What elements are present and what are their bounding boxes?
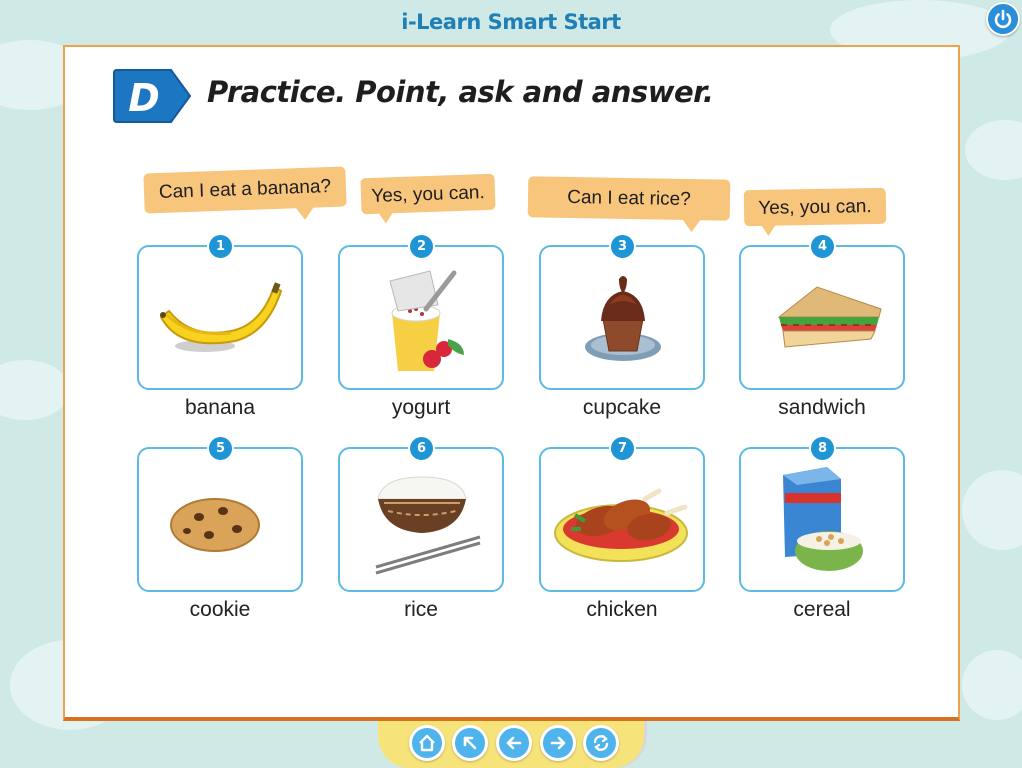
item-number-badge: 3 bbox=[609, 233, 636, 260]
food-card-rice[interactable] bbox=[338, 447, 504, 592]
home-button[interactable] bbox=[409, 725, 445, 761]
item-number-badge: 1 bbox=[207, 233, 234, 260]
roast-chicken-icon bbox=[554, 488, 688, 562]
section-badge: D bbox=[113, 69, 192, 123]
power-icon bbox=[994, 9, 1012, 29]
next-button[interactable] bbox=[540, 725, 576, 761]
cereal-icon bbox=[783, 467, 863, 571]
item-number-badge: 5 bbox=[207, 435, 234, 462]
food-card-cookie[interactable] bbox=[137, 447, 303, 592]
bubble-text: Can I eat rice? bbox=[567, 186, 691, 211]
menu-button[interactable] bbox=[452, 725, 488, 761]
arrow-right-icon bbox=[550, 736, 566, 750]
refresh-icon bbox=[593, 734, 609, 752]
speech-bubble-question-2: Can I eat rice? bbox=[527, 176, 731, 233]
item-word: sandwich bbox=[778, 396, 866, 419]
item-number-badge: 7 bbox=[609, 435, 636, 462]
item-word: yogurt bbox=[391, 396, 451, 419]
home-icon bbox=[419, 734, 435, 752]
item-word: chicken bbox=[586, 598, 658, 621]
speech-bubble-answer-1: Yes, you can. bbox=[360, 173, 496, 224]
arrow-up-left-icon bbox=[463, 736, 477, 750]
bubble-tail bbox=[681, 217, 702, 233]
sandwich-icon bbox=[777, 286, 882, 348]
item-number-badge: 4 bbox=[809, 233, 836, 260]
cookie-icon bbox=[170, 498, 260, 552]
speech-bubble-answer-2: Yes, you can. bbox=[743, 187, 887, 236]
lesson-page: D Practice. Point, ask and answer. Can I… bbox=[63, 45, 960, 721]
bubble-text: Can I eat a banana? bbox=[158, 176, 332, 203]
exercise-heading: Practice. Point, ask and answer. bbox=[207, 75, 714, 109]
bubble-text: Yes, you can. bbox=[370, 182, 486, 207]
yogurt-icon bbox=[389, 270, 464, 371]
bubble-text: Yes, you can. bbox=[758, 196, 872, 219]
item-number-badge: 2 bbox=[408, 233, 435, 260]
item-word: cookie bbox=[189, 598, 251, 621]
item-word: banana bbox=[184, 396, 256, 419]
arrow-left-icon bbox=[506, 736, 522, 750]
power-button[interactable] bbox=[986, 2, 1020, 36]
food-card-cupcake[interactable] bbox=[539, 245, 705, 390]
background-cloud bbox=[965, 120, 1022, 180]
bubble-tail bbox=[294, 205, 316, 221]
cupcake-icon bbox=[585, 276, 661, 361]
item-word: cupcake bbox=[582, 396, 662, 419]
item-number-badge: 8 bbox=[809, 435, 836, 462]
item-word: rice bbox=[404, 598, 438, 621]
food-card-chicken[interactable] bbox=[539, 447, 705, 592]
rice-bowl-icon bbox=[375, 476, 481, 575]
background-cloud bbox=[962, 650, 1022, 720]
background-cloud bbox=[962, 470, 1022, 550]
item-word: cereal bbox=[793, 598, 851, 621]
app-title: i-Learn Smart Start bbox=[401, 10, 621, 34]
banana-icon bbox=[159, 282, 283, 352]
food-card-banana[interactable] bbox=[137, 245, 303, 390]
section-badge-letter: D bbox=[128, 76, 160, 120]
speech-bubble-question-1: Can I eat a banana? bbox=[143, 166, 347, 221]
food-card-sandwich[interactable] bbox=[739, 245, 905, 390]
bubble-tail bbox=[377, 211, 394, 224]
background-cloud bbox=[0, 360, 70, 420]
bubble-tail bbox=[760, 223, 777, 236]
refresh-button[interactable] bbox=[583, 725, 619, 761]
previous-button[interactable] bbox=[496, 725, 532, 761]
food-card-yogurt[interactable] bbox=[338, 245, 504, 390]
item-number-badge: 6 bbox=[408, 435, 435, 462]
food-card-cereal[interactable] bbox=[739, 447, 905, 592]
